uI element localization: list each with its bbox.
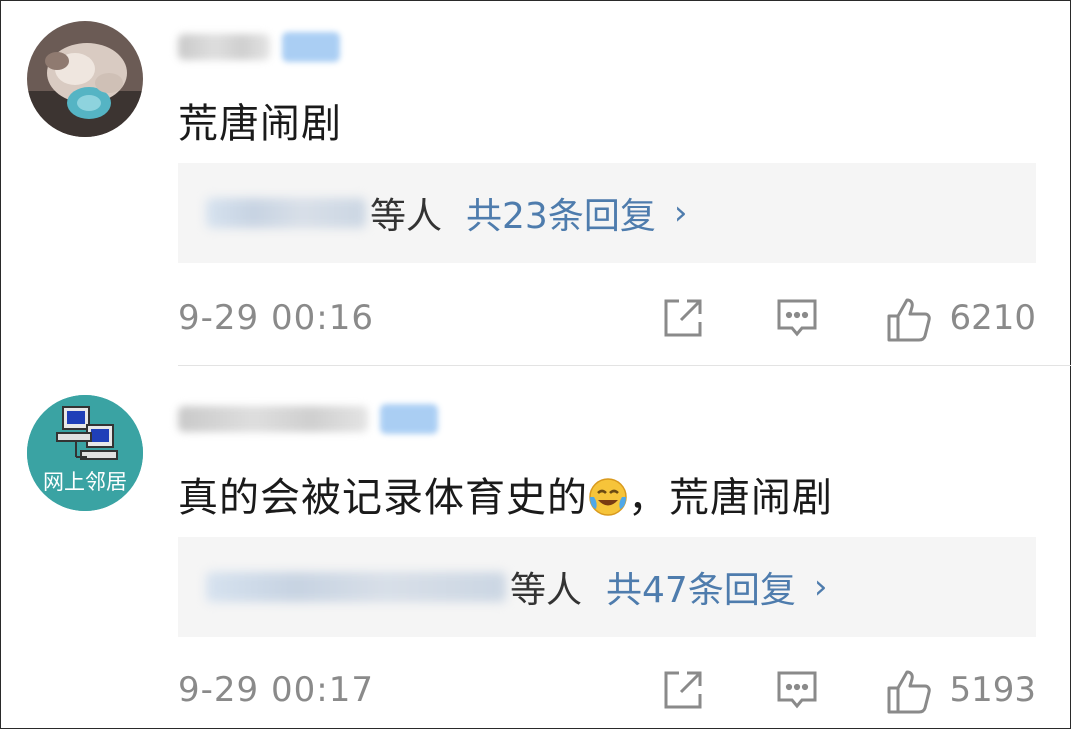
comment-text: 真的会被记录体育史的 ，荒唐闹剧 [178, 465, 833, 523]
like-count: 5193 [949, 670, 1036, 710]
comment-actions: 5193 [661, 665, 1036, 715]
reply-summary[interactable]: 等人 共23条回复 › [178, 163, 1036, 263]
thumbs-up-icon[interactable] [885, 296, 932, 342]
chevron-right-icon: › [673, 193, 688, 233]
username-row[interactable] [178, 27, 340, 67]
avatar[interactable]: 网上邻居 [27, 395, 143, 511]
avatar[interactable] [27, 21, 143, 137]
reply-count-link[interactable]: 共47条回复 [606, 561, 796, 613]
username-blurred[interactable] [178, 34, 270, 60]
reply-suffix: 等人 [370, 196, 443, 237]
comment-text-part: ，荒唐闹剧 [628, 475, 833, 521]
divider [178, 365, 1071, 366]
comment-list: 荒唐闹剧 等人 共23条回复 › 9-29 00:16 6210 网上邻居 真的… [0, 0, 1071, 729]
share-icon[interactable] [661, 296, 705, 340]
like-count: 6210 [949, 298, 1036, 338]
comment-meta: 9-29 00:17 5193 [178, 665, 1036, 715]
share-icon[interactable] [661, 668, 705, 712]
chevron-right-icon: › [813, 567, 828, 607]
comment-text: 荒唐闹剧 [178, 101, 342, 147]
comment-item: 网上邻居 真的会被记录体育史的 ，荒唐闹剧 等人 共47条回复 › 9-29 0… [1, 367, 1071, 730]
comment-time: 9-29 00:17 [178, 670, 374, 710]
comment-actions: 6210 [661, 293, 1036, 343]
reply-users-blurred [206, 572, 506, 602]
username-row[interactable] [178, 399, 438, 439]
comment-icon[interactable] [775, 668, 819, 712]
laugh-cry-emoji-icon [588, 477, 628, 517]
comment-item: 荒唐闹剧 等人 共23条回复 › 9-29 00:16 6210 [1, 1, 1071, 366]
username-blurred[interactable] [178, 406, 368, 432]
user-badge [380, 404, 438, 434]
reply-count-link[interactable]: 共23条回复 [466, 187, 656, 239]
reply-suffix: 等人 [510, 570, 583, 611]
reply-summary[interactable]: 等人 共47条回复 › [178, 537, 1036, 637]
avatar-caption: 网上邻居 [43, 470, 127, 494]
user-badge [282, 32, 340, 62]
comment-meta: 9-29 00:16 6210 [178, 293, 1036, 343]
reply-users-blurred [206, 198, 366, 228]
comment-time: 9-29 00:16 [178, 298, 374, 338]
comment-text-part: 真的会被记录体育史的 [178, 475, 588, 521]
thumbs-up-icon[interactable] [885, 668, 932, 714]
comment-icon[interactable] [775, 296, 819, 340]
